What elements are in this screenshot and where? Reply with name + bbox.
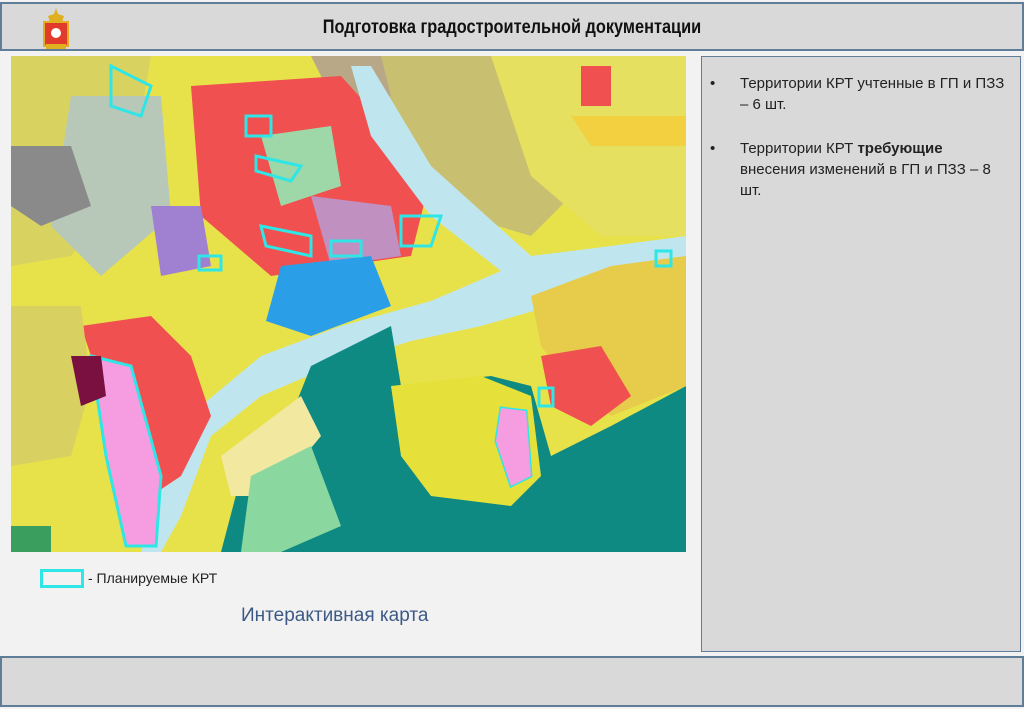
interactive-map-link[interactable]: Интерактивная карта xyxy=(241,605,428,627)
legend-swatch xyxy=(40,569,84,588)
page-title: Подготовка градостроительной документаци… xyxy=(322,17,702,38)
legend-label: - Планируемые КРТ xyxy=(88,570,218,586)
footer-bar xyxy=(0,656,1024,707)
header-bar: Подготовка градостроительной документаци… xyxy=(0,2,1024,51)
info-panel: • Территории КРТ учтенные в ГП и ПЗЗ – 6… xyxy=(701,56,1021,652)
coat-of-arms-icon xyxy=(43,8,69,49)
zoning-map[interactable] xyxy=(11,56,686,552)
